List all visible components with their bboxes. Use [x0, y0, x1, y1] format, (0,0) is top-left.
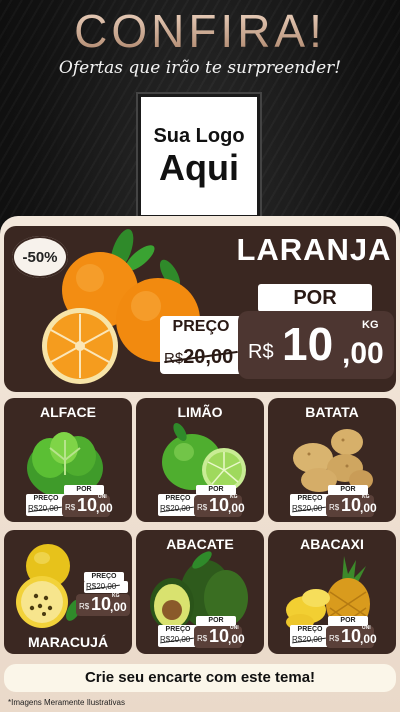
- price-integer: 10: [282, 318, 334, 370]
- price-decimal: ,00: [342, 337, 384, 370]
- old-price-box: R$20,00: [84, 581, 128, 593]
- old-price-box: PREÇOR$20,00: [158, 625, 198, 647]
- preco-label: PREÇO: [172, 318, 230, 335]
- logo-line-1: Sua Logo: [153, 125, 245, 147]
- headline: CONFIRA!: [0, 4, 400, 58]
- featured-product-name: LARANJA: [236, 232, 392, 267]
- price-tag-abacaxi: POR PREÇOR$20,00 R$10,00UNI: [290, 616, 377, 650]
- price-tag-limao: POR PREÇOR$20,00 R$10,00KG: [158, 485, 245, 519]
- featured-por-label: POR: [258, 284, 372, 312]
- new-price: R$ 10,00 UNI: [194, 625, 245, 648]
- currency: R$: [248, 341, 274, 363]
- old-price-box: PREÇOR$20,00: [158, 494, 198, 516]
- discount-badge: -50%: [12, 236, 68, 278]
- product-name: LIMÃO: [177, 404, 223, 420]
- cta-button[interactable]: Crie seu encarte com este tema!: [4, 664, 396, 692]
- logo-line-2: Aqui: [159, 147, 239, 188]
- featured-old-price-tag: PREÇO R$20,00: [160, 316, 242, 374]
- preco-label: PREÇO: [165, 626, 191, 633]
- footnote: *Imagens Meramente Ilustrativas: [8, 698, 125, 707]
- tagline: Ofertas que irão te surpreender!: [58, 58, 342, 78]
- old-price-box: PREÇOR$20,00: [290, 494, 330, 516]
- price-tag-maracuja: PREÇO R$20,00 R$10,00KG: [46, 572, 130, 616]
- logo-placeholder[interactable]: Sua Logo Aqui: [138, 94, 260, 218]
- preco-label: PREÇO: [165, 495, 191, 502]
- old-price-box: PREÇOR$20,00: [290, 625, 330, 647]
- product-name: BATATA: [305, 404, 359, 420]
- new-price: R$ 10,00 UNI: [62, 494, 113, 517]
- new-price: R$ 10,00 KG: [326, 494, 377, 517]
- featured-price: R$ 10 ,00 KG: [238, 311, 394, 379]
- preco-label: PREÇO: [297, 495, 323, 502]
- preco-label: PREÇO: [33, 495, 59, 502]
- price-tag-batata: POR PREÇOR$20,00 R$10,00KG: [290, 485, 377, 519]
- new-price: R$ 10,00 KG: [76, 593, 130, 616]
- new-price: R$ 10,00 KG: [194, 494, 245, 517]
- product-name: ABACATE: [166, 536, 234, 552]
- lime-illustration: [162, 422, 246, 492]
- new-price: R$ 10,00 UNI: [326, 625, 377, 648]
- product-name: ALFACE: [40, 404, 96, 420]
- price-unit: KG: [362, 319, 379, 331]
- price-tag-alface: POR PREÇOR$20,00 R$10,00UNI: [26, 485, 113, 519]
- potato-illustration: [293, 429, 373, 492]
- old-price-box: PREÇOR$20,00: [26, 494, 66, 516]
- preco-label: PREÇO: [297, 626, 323, 633]
- product-name: ABACAXI: [300, 536, 364, 552]
- product-name: MARACUJÁ: [27, 634, 109, 650]
- price-tag-abacate: POR PREÇOR$20,00 R$10,00UNI: [158, 616, 245, 650]
